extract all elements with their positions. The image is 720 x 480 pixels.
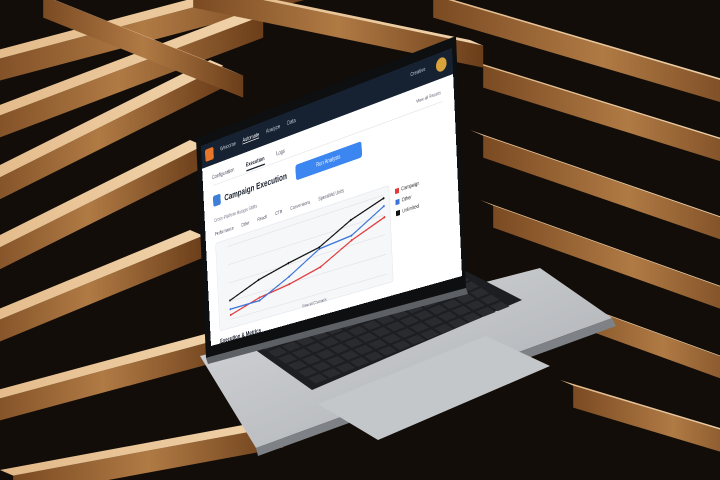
chart-gridline xyxy=(229,235,385,283)
legend-swatch xyxy=(395,199,399,205)
laptop-photo-scene: Welcome Automate Analyze Data Creative Conf… xyxy=(0,0,720,480)
chart-legend: Campaign Other Unlimited xyxy=(395,181,421,222)
legend-item: Other xyxy=(395,192,420,205)
nav-item-analyze[interactable]: Analyze xyxy=(266,123,280,135)
chart-series-line-0 xyxy=(228,217,386,315)
metric-tab[interactable]: Other xyxy=(241,221,250,229)
legend-label: Other xyxy=(402,195,412,203)
run-analysis-button[interactable]: Run Analysis xyxy=(295,141,362,180)
chart-gridline xyxy=(230,254,386,301)
legend-item: Unlimited xyxy=(396,203,421,216)
legend-label: Campaign xyxy=(401,181,419,192)
legend-swatch xyxy=(395,188,399,194)
legend-swatch xyxy=(396,210,400,216)
metric-tab[interactable]: Performance xyxy=(215,226,234,237)
metric-tab[interactable]: Reach xyxy=(257,215,267,223)
chart-series-line-2 xyxy=(227,198,386,300)
user-label[interactable]: Creative xyxy=(410,67,425,78)
metric-tab[interactable]: Conversions xyxy=(290,200,310,212)
metric-tab[interactable]: CTR xyxy=(275,209,282,216)
app-logo[interactable] xyxy=(205,147,214,162)
avatar[interactable] xyxy=(436,56,447,74)
nav-item-automate[interactable]: Automate xyxy=(242,131,259,144)
nav-item-data[interactable]: Data xyxy=(287,117,296,127)
legend-label: Unlimited xyxy=(402,204,419,214)
campaign-icon xyxy=(213,194,221,207)
nav-item-welcome[interactable]: Welcome xyxy=(220,140,236,153)
chart-point xyxy=(230,308,232,311)
